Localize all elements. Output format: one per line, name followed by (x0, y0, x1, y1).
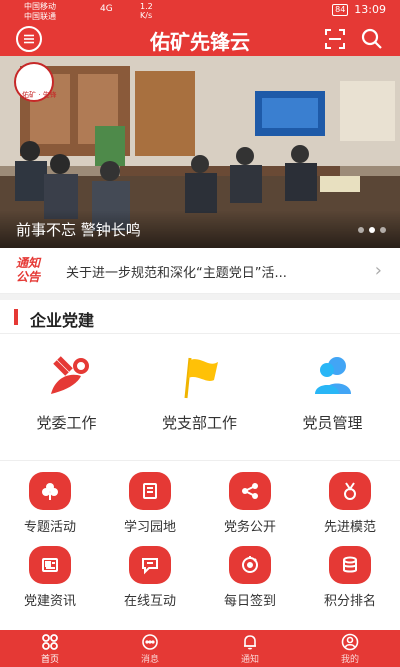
section-title: 企业党建 (30, 311, 95, 330)
section-accent-bar (14, 309, 18, 325)
menu-item-party-committee[interactable]: 党委工作 (0, 354, 133, 444)
search-icon[interactable] (360, 27, 384, 51)
chat-icon (129, 546, 171, 584)
battery-indicator: 84 (332, 3, 349, 16)
tab-label: 消息 (140, 655, 159, 665)
flag-icon (184, 357, 218, 399)
bell-icon (244, 635, 256, 650)
carousel-indicator (358, 227, 386, 233)
carrier-1: 中国移动 (24, 2, 56, 11)
carousel-dot-1[interactable] (358, 227, 364, 233)
grid-item-label: 学习园地 (123, 520, 176, 535)
grid-item-party-news[interactable]: 党建资讯 (0, 546, 100, 609)
grid-item-points-ranking[interactable]: 积分排名 (300, 546, 400, 609)
grid-item-label: 积分排名 (323, 594, 376, 609)
grid-item-label: 党务公开 (223, 520, 276, 535)
grid-item-daily-checkin[interactable]: 每日签到 (200, 546, 300, 609)
section-divider (0, 460, 400, 461)
nav-bar: 佑矿先锋云 (0, 22, 400, 56)
network-type: 4G (100, 4, 113, 14)
tab-label: 首页 (40, 655, 59, 665)
scan-icon[interactable] (324, 28, 346, 50)
grid-item-label: 在线互动 (123, 594, 176, 609)
home-grid-icon (42, 634, 58, 650)
carrier-info: 中国移动 中国联通 (24, 2, 56, 22)
banner-caption: 前事不忘 警钟长鸣 (16, 221, 141, 239)
tab-label: 我的 (340, 655, 359, 665)
newspaper-icon (29, 546, 71, 584)
banner-caption-overlay: 前事不忘 警钟长鸣 (0, 210, 400, 248)
notice-text[interactable]: 关于进一步规范和深化“主题党日”活... (66, 262, 356, 281)
banner-carousel[interactable]: 佑矿 · 先锋 前事不忘 警钟长鸣 (0, 56, 400, 248)
book-icon (129, 472, 171, 510)
menu-item-label: 党委工作 (36, 414, 97, 432)
menu-item-member-management[interactable]: 党员管理 (266, 354, 399, 444)
clover-icon (29, 472, 71, 510)
share-icon (229, 472, 271, 510)
members-icon (314, 357, 351, 394)
tab-notifications[interactable]: 通知 (200, 630, 300, 667)
carousel-dot-3[interactable] (380, 227, 386, 233)
grid-item-models[interactable]: 先进模范 (300, 472, 400, 535)
user-icon (341, 633, 359, 651)
notice-bar[interactable]: 通知公告 关于进一步规范和深化“主题党日”活... › (0, 248, 400, 294)
tab-messages[interactable]: 消息 (100, 630, 200, 667)
chevron-right-icon[interactable]: › (375, 260, 382, 281)
medal-icon (329, 472, 371, 510)
status-bar: 中国移动 中国联通 4G 1.2 K/s 84 13:09 (0, 0, 400, 22)
menu-item-branch-work[interactable]: 党支部工作 (133, 354, 266, 444)
grid-item-party-affairs[interactable]: 党务公开 (200, 472, 300, 535)
party-building-section: 企业党建 党委工作 党支部工作 党员管理 专题活动 学习园地 党务公开 先进模范… (0, 300, 400, 658)
network-speed: 1.2 K/s (140, 2, 153, 20)
menu-item-label: 党员管理 (302, 414, 363, 432)
tab-home[interactable]: 首页 (0, 630, 100, 667)
grid-item-online-interaction[interactable]: 在线互动 (100, 546, 200, 609)
app-header: 中国移动 中国联通 4G 1.2 K/s 84 13:09 佑矿先锋云 (0, 0, 400, 56)
checkin-icon (229, 546, 271, 584)
carousel-dot-2[interactable] (369, 227, 375, 233)
clock: 13:09 (354, 3, 386, 16)
bottom-tab-bar: 首页 消息 通知 我的 (0, 630, 400, 667)
grid-item-label: 先进模范 (323, 520, 376, 535)
grid-item-study-garden[interactable]: 学习园地 (100, 472, 200, 535)
grid-item-label: 每日签到 (223, 594, 276, 609)
grid-item-special-activity[interactable]: 专题活动 (0, 472, 100, 535)
banner-logo-text: 佑矿 · 先锋 (22, 91, 57, 99)
grid-item-label: 党建资讯 (23, 594, 76, 609)
tab-profile[interactable]: 我的 (300, 630, 400, 667)
party-emblem-icon (50, 356, 89, 394)
notice-badge: 通知公告 (16, 256, 41, 284)
section-header: 企业党建 (0, 300, 400, 334)
menu-item-label: 党支部工作 (161, 414, 237, 432)
speed-value: 1.2 (140, 2, 153, 11)
speed-unit: K/s (140, 11, 153, 20)
coins-icon (329, 546, 371, 584)
status-right: 84 13:09 (332, 3, 386, 16)
grid-item-label: 专题活动 (23, 520, 76, 535)
tab-label: 通知 (240, 655, 259, 665)
carrier-2: 中国联通 (24, 12, 56, 21)
message-icon (142, 634, 158, 650)
